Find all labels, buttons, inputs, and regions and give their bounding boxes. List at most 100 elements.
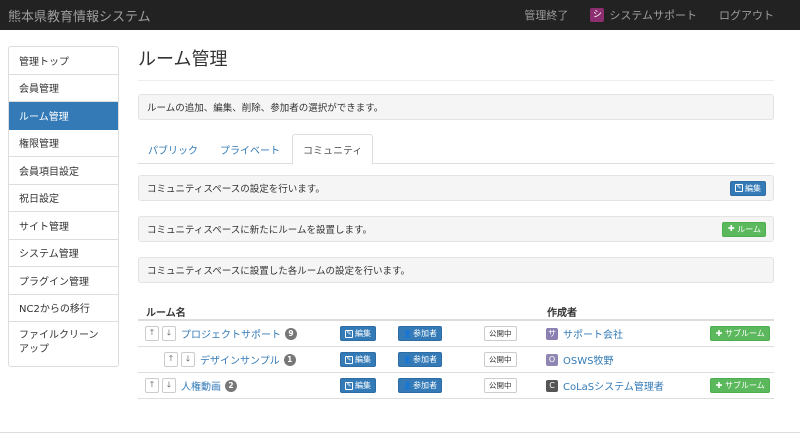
add-subroom-button[interactable]: ✚ サブルーム xyxy=(710,378,770,393)
status-cell: 公開中 xyxy=(484,347,517,372)
sidebar-item-plugins[interactable]: プラグイン管理 xyxy=(9,267,118,295)
sidebar-item-roles[interactable]: 権限管理 xyxy=(9,130,118,157)
move-down-icon[interactable]: 🡓 xyxy=(162,378,176,393)
edit-label: 編集 xyxy=(355,329,371,338)
move-up-icon[interactable]: 🡑 xyxy=(164,352,178,367)
header-room-name: ルーム名 xyxy=(146,308,186,319)
plus-icon: ✚ xyxy=(715,328,723,338)
room-settings-panel: コミュニティスペースに設置した各ルームの設定を行います。 xyxy=(138,257,774,283)
plus-icon: ✚ xyxy=(715,380,723,390)
status-badge[interactable]: 公開中 xyxy=(484,352,517,367)
room-edit-button[interactable]: ✎ 編集 xyxy=(340,352,376,367)
subroom-cell: ✚ サブルーム xyxy=(710,321,770,346)
rooms-table: ルーム名 作成者 🡑 🡓 プロジェクトサポート 9 ✎ 編集 👤 参加者 公開中… xyxy=(138,300,774,399)
move-down-icon[interactable]: 🡓 xyxy=(181,352,195,367)
sidebar-item-rooms[interactable]: ルーム管理 xyxy=(9,102,118,130)
add-subroom-button[interactable]: ✚ サブルーム xyxy=(710,326,770,341)
move-down-icon[interactable]: 🡓 xyxy=(162,326,176,341)
avatar: サ xyxy=(546,327,558,340)
members-cell: 👤 参加者 xyxy=(398,373,442,398)
admin-sidebar: 管理トップ 会員管理 ルーム管理 権限管理 会員項目設定 祝日設定 サイト管理 … xyxy=(8,46,119,367)
creator-link[interactable]: CoLaSシステム管理者 xyxy=(563,378,664,393)
members-cell: 👤 参加者 xyxy=(398,347,442,372)
status-badge[interactable]: 公開中 xyxy=(484,326,517,341)
header-creator: 作成者 xyxy=(547,308,577,319)
table-header: ルーム名 作成者 xyxy=(138,300,774,321)
navbar-right: 管理終了 シ システムサポート ログアウト xyxy=(524,0,800,30)
system-support-link[interactable]: シ システムサポート xyxy=(590,7,697,23)
tab-private[interactable]: プライベート xyxy=(210,134,290,164)
members-cell: 👤 参加者 xyxy=(398,321,442,346)
edit-label: 編集 xyxy=(745,183,761,193)
room-members-button[interactable]: 👤 参加者 xyxy=(398,352,442,367)
tab-community[interactable]: コミュニティ xyxy=(292,134,374,165)
table-row: 🡑 🡓 人権動画 2 ✎ 編集 👤 参加者 公開中 C CoLaSシステム管理者… xyxy=(138,373,774,399)
members-label: 参加者 xyxy=(413,381,437,390)
creator-cell: C CoLaSシステム管理者 xyxy=(546,373,664,398)
sidebar-item-system[interactable]: システム管理 xyxy=(9,240,118,267)
room-name-cell: 🡑 🡓 デザインサンプル 1 xyxy=(164,347,296,372)
edit-icon: ✎ xyxy=(735,184,743,192)
sidebar-item-member-fields[interactable]: 会員項目設定 xyxy=(9,157,118,185)
move-up-icon[interactable]: 🡑 xyxy=(145,326,159,341)
subroom-label: サブルーム xyxy=(725,329,765,338)
end-admin-link[interactable]: 管理終了 xyxy=(524,7,568,23)
new-room-panel: コミュニティスペースに新たにルームを設置します。 ✚ ルーム xyxy=(138,216,774,242)
room-members-button[interactable]: 👤 参加者 xyxy=(398,326,442,341)
user-icon: 👤 xyxy=(403,329,412,338)
subroom-cell: ✚ サブルーム xyxy=(710,373,770,398)
room-settings-text: コミュニティスペースに設置した各ルームの設定を行います。 xyxy=(147,266,411,277)
sidebar-item-admin-top[interactable]: 管理トップ xyxy=(9,47,118,75)
edit-cell: ✎ 編集 xyxy=(340,347,376,372)
room-link[interactable]: プロジェクトサポート xyxy=(181,326,281,341)
member-count-badge: 9 xyxy=(285,327,297,340)
creator-link[interactable]: OSWS牧野 xyxy=(563,352,613,367)
space-edit-button[interactable]: ✎ 編集 xyxy=(730,180,766,196)
top-navbar: 熊本県教育情報システム 管理終了 シ システムサポート ログアウト xyxy=(0,0,800,30)
edit-icon: ✎ xyxy=(345,355,353,364)
add-room-button[interactable]: ✚ ルーム xyxy=(722,221,766,237)
room-edit-button[interactable]: ✎ 編集 xyxy=(340,326,376,341)
plus-icon: ✚ xyxy=(727,224,735,233)
table-row: 🡑 🡓 プロジェクトサポート 9 ✎ 編集 👤 参加者 公開中 サ サポート会社… xyxy=(138,321,774,347)
add-room-label: ルーム xyxy=(737,224,761,234)
space-settings-text: コミュニティスペースの設定を行います。 xyxy=(147,184,325,195)
sidebar-item-nc2-migration[interactable]: NC2からの移行 xyxy=(9,295,118,322)
support-logo-icon: シ xyxy=(590,8,605,22)
user-icon: 👤 xyxy=(403,381,412,390)
member-count-badge: 2 xyxy=(225,379,237,392)
sidebar-item-site[interactable]: サイト管理 xyxy=(9,212,118,240)
status-badge[interactable]: 公開中 xyxy=(484,378,517,393)
room-link[interactable]: デザインサンプル xyxy=(200,352,280,367)
edit-cell: ✎ 編集 xyxy=(340,321,376,346)
status-cell: 公開中 xyxy=(484,321,517,346)
avatar: O xyxy=(546,353,558,366)
room-edit-button[interactable]: ✎ 編集 xyxy=(340,378,376,393)
creator-link[interactable]: サポート会社 xyxy=(563,326,623,341)
user-icon: 👤 xyxy=(403,355,412,364)
sidebar-item-members[interactable]: 会員管理 xyxy=(9,75,118,102)
avatar: C xyxy=(546,379,558,392)
edit-cell: ✎ 編集 xyxy=(340,373,376,398)
room-link[interactable]: 人権動画 xyxy=(181,378,221,393)
tab-public[interactable]: パブリック xyxy=(138,134,208,164)
member-count-badge: 1 xyxy=(283,353,296,366)
site-brand[interactable]: 熊本県教育情報システム xyxy=(8,6,151,25)
creator-cell: O OSWS牧野 xyxy=(546,347,613,372)
move-up-icon[interactable]: 🡑 xyxy=(145,378,159,393)
status-cell: 公開中 xyxy=(484,373,517,398)
description-panel: ルームの追加、編集、削除、参加者の選択ができます。 xyxy=(138,94,774,120)
footer-divider xyxy=(0,432,800,433)
logout-link[interactable]: ログアウト xyxy=(719,7,774,23)
sidebar-item-file-cleanup[interactable]: ファイルクリーンアップ xyxy=(9,322,118,366)
space-settings-panel: コミュニティスペースの設定を行います。 ✎ 編集 xyxy=(138,175,774,201)
edit-icon: ✎ xyxy=(345,329,353,338)
sidebar-item-holidays[interactable]: 祝日設定 xyxy=(9,185,118,212)
members-label: 参加者 xyxy=(413,329,437,338)
page-title: ルーム管理 xyxy=(138,49,228,70)
edit-icon: ✎ xyxy=(345,381,353,390)
title-divider xyxy=(138,80,774,81)
members-label: 参加者 xyxy=(413,355,437,364)
room-members-button[interactable]: 👤 参加者 xyxy=(398,378,442,393)
edit-label: 編集 xyxy=(355,381,371,390)
